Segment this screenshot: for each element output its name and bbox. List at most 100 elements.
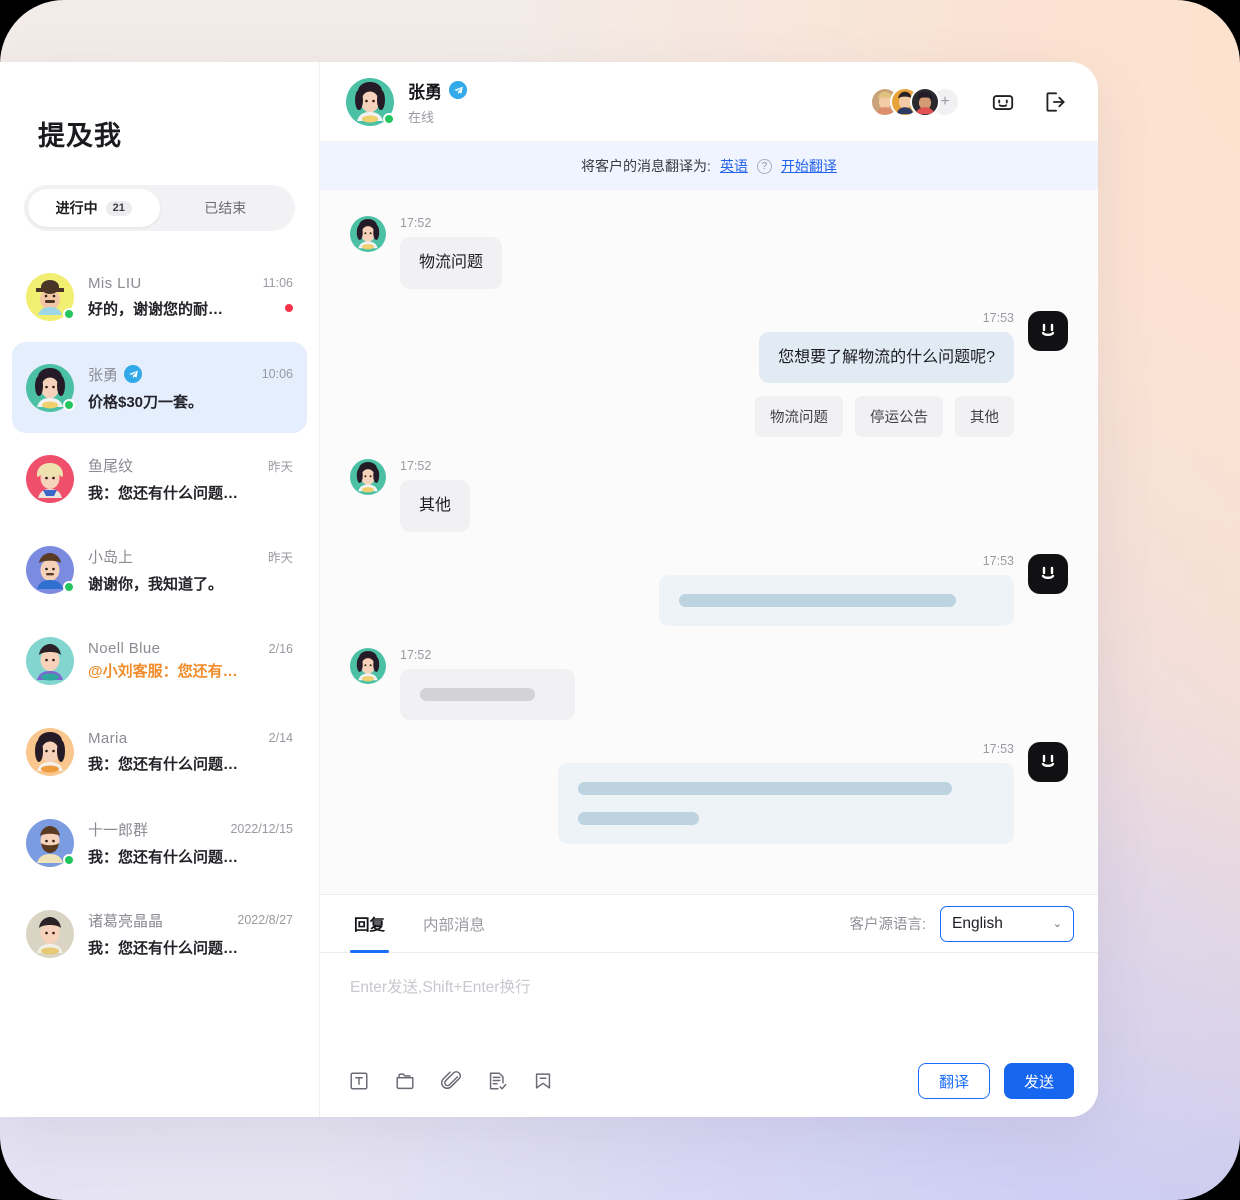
chip-option[interactable]: 停运公告 xyxy=(855,396,943,438)
list-item-name: Maria xyxy=(88,729,128,747)
list-item-time: 昨天 xyxy=(267,550,293,565)
list-item[interactable]: Maria 2/14 我：您还有什么问题… xyxy=(12,706,307,797)
send-button[interactable]: 发送 xyxy=(1003,1063,1074,1099)
list-item-preview: 我：您还有什么问题… xyxy=(88,484,239,502)
telegram-icon xyxy=(124,365,143,383)
unread-badge xyxy=(285,304,293,312)
avatar xyxy=(26,909,74,958)
list-item-preview: 谢谢你，我知道了。 xyxy=(88,575,224,593)
telegram-icon xyxy=(449,81,467,99)
message-placeholder xyxy=(659,574,1014,626)
list-item-name: 鱼尾纹 xyxy=(88,457,134,475)
tab-reply[interactable]: 回复 xyxy=(350,895,390,953)
avatar xyxy=(26,454,74,503)
list-item[interactable]: 张勇 10:06 价格$30刀一套。 xyxy=(12,342,307,433)
list-item-name: Noell Blue xyxy=(88,640,161,657)
message-incoming: 17:52 其他 xyxy=(350,459,1068,532)
list-item-time: 11:06 xyxy=(262,276,293,290)
message-placeholder xyxy=(558,762,1014,844)
conversation-sidebar: 提及我 进行中 21 已结束 Mis LIU 11:06 好的，谢谢您的耐… 张… xyxy=(0,62,320,1117)
list-item-name: 十一郎群 xyxy=(88,821,149,839)
quick-reply-icon[interactable] xyxy=(486,1070,508,1092)
list-item-name: 诸葛亮晶晶 xyxy=(88,912,164,930)
avatar xyxy=(346,77,395,126)
start-translate-link[interactable]: 开始翻译 xyxy=(781,156,837,176)
message-outgoing: 17:53 xyxy=(350,741,1068,844)
placeholder-bar xyxy=(679,593,957,607)
list-item-time: 2022/12/15 xyxy=(230,822,293,836)
list-item-name: 小岛上 xyxy=(88,548,134,566)
source-language-select[interactable]: English ⌄ xyxy=(940,905,1074,942)
avatar xyxy=(350,459,386,496)
translate-banner: 将客户的消息翻译为: 英语 ? 开始翻译 xyxy=(320,142,1098,190)
placeholder-bar xyxy=(578,781,953,795)
list-item[interactable]: 诸葛亮晶晶 2022/8/27 我：您还有什么问题… xyxy=(12,888,307,979)
avatar xyxy=(26,272,75,321)
list-item-name: 张勇 xyxy=(88,366,119,384)
list-item-time: 昨天 xyxy=(267,459,293,474)
avatar xyxy=(350,216,386,252)
message-list[interactable]: 17:52 物流问题 17:53 您想要了解物流的什么问题呢? 物流问题 停运公… xyxy=(320,190,1098,894)
chip-option[interactable]: 物流问题 xyxy=(755,396,843,438)
list-item-time: 10:06 xyxy=(261,367,293,381)
avatar xyxy=(26,727,74,776)
tab-finished[interactable]: 已结束 xyxy=(160,189,292,227)
chevron-down-icon: ⌄ xyxy=(1052,918,1062,930)
desktop-background: 提及我 进行中 21 已结束 Mis LIU 11:06 好的，谢谢您的耐… 张… xyxy=(0,0,1240,1200)
placeholder-bar xyxy=(578,811,699,825)
list-item-preview: 我：您还有什么问题… xyxy=(88,755,239,773)
message-timestamp: 17:52 xyxy=(400,647,432,662)
logout-icon[interactable] xyxy=(1042,89,1068,115)
chip-option[interactable]: 其他 xyxy=(955,396,1014,438)
attachment-icon[interactable] xyxy=(440,1070,462,1092)
message-outgoing: 17:53 您想要了解物流的什么问题呢? 物流问题 停运公告 其他 xyxy=(350,310,1068,438)
message-input[interactable]: Enter发送,Shift+Enter换行 xyxy=(320,953,1098,1045)
folder-icon[interactable] xyxy=(394,1070,416,1092)
placeholder-bar xyxy=(420,687,535,701)
composer-tabbar: 回复 内部消息 客户源语言: English ⌄ xyxy=(320,895,1098,953)
list-item-time: 2/16 xyxy=(268,641,293,656)
translate-prefix: 将客户的消息翻译为: xyxy=(581,158,711,174)
conversation-status-tabs: 进行中 21 已结束 xyxy=(24,185,295,231)
online-indicator xyxy=(63,853,75,866)
conversation-list[interactable]: Mis LIU 11:06 好的，谢谢您的耐… 张勇 10:06 价格$30刀一… xyxy=(0,251,319,1117)
message-timestamp: 17:53 xyxy=(982,553,1014,568)
online-indicator xyxy=(383,112,395,125)
quick-reply-chips[interactable]: 物流问题 停运公告 其他 xyxy=(755,396,1014,438)
list-item-preview: @小刘客服：您还有… xyxy=(88,663,238,680)
source-language-label: 客户源语言: xyxy=(849,917,926,933)
tab-in-progress-count: 21 xyxy=(105,200,132,216)
help-icon[interactable]: ? xyxy=(756,158,772,174)
list-item-preview: 好的，谢谢您的耐… xyxy=(88,300,224,318)
online-indicator xyxy=(63,580,75,593)
text-format-icon[interactable] xyxy=(348,1070,370,1092)
message-composer: 回复 内部消息 客户源语言: English ⌄ Enter发送,Shift+E… xyxy=(320,894,1098,1117)
avatar xyxy=(350,647,386,684)
list-item[interactable]: Mis LIU 11:06 好的，谢谢您的耐… xyxy=(12,251,307,342)
tab-in-progress[interactable]: 进行中 21 xyxy=(28,189,160,227)
message-timestamp: 17:52 xyxy=(400,216,432,230)
chat-header: 张勇 在线 + xyxy=(320,62,1098,142)
avatar xyxy=(26,636,74,685)
tab-internal-note[interactable]: 内部消息 xyxy=(419,895,489,953)
participant-avatar-stack[interactable]: + xyxy=(870,86,960,117)
translate-button[interactable]: 翻译 xyxy=(917,1063,990,1099)
robot-icon[interactable] xyxy=(990,89,1016,115)
translate-language-link[interactable]: 英语 xyxy=(720,156,748,176)
online-indicator xyxy=(63,307,75,320)
chat-application-window: 提及我 进行中 21 已结束 Mis LIU 11:06 好的，谢谢您的耐… 张… xyxy=(0,62,1098,1117)
avatar xyxy=(910,86,940,117)
status-badge: 在线 xyxy=(408,109,435,125)
chat-panel: 张勇 在线 + 将客户的消息翻译为: 英语 ? 开始翻译 17:52 物流问题 … xyxy=(320,62,1098,1117)
list-item-preview: 我：您还有什么问题… xyxy=(88,939,239,957)
bot-avatar xyxy=(1028,741,1068,782)
list-item[interactable]: Noell Blue 2/16 @小刘客服：您还有… xyxy=(12,615,307,706)
list-item[interactable]: 十一郎群 2022/12/15 我：您还有什么问题… xyxy=(12,797,307,888)
list-item[interactable]: 小岛上 昨天 谢谢你，我知道了。 xyxy=(12,524,307,615)
list-item[interactable]: 鱼尾纹 昨天 我：您还有什么问题… xyxy=(12,433,307,524)
list-item-name: Mis LIU xyxy=(88,274,142,292)
message-timestamp: 17:53 xyxy=(982,310,1014,325)
list-item-preview: 我：您还有什么问题… xyxy=(88,848,239,866)
bookmark-icon[interactable] xyxy=(532,1070,554,1092)
message-outgoing: 17:53 xyxy=(350,553,1068,626)
